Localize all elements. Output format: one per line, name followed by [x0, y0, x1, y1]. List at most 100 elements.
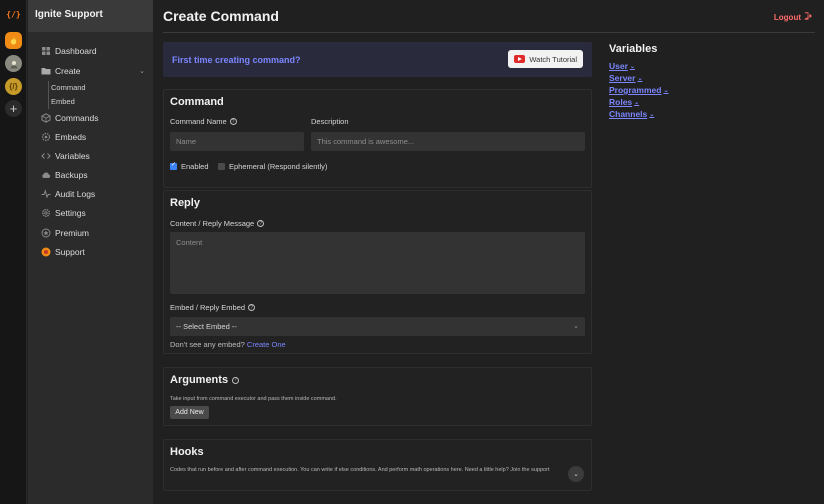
sidebar-item-backups[interactable]: Backups [40, 169, 145, 180]
code-icon [40, 150, 51, 161]
chevron-down-icon: ⌄ [649, 111, 655, 118]
folder-icon [40, 65, 51, 76]
content-textarea[interactable] [170, 232, 585, 294]
variable-channels[interactable]: Channels ⌄ [609, 109, 654, 119]
variable-label: Roles [609, 97, 633, 107]
banner-message: First time creating command? [172, 55, 301, 65]
hooks-card: Hooks Codes that run before and after co… [163, 439, 592, 491]
sidebar-item-support[interactable]: Support [40, 246, 145, 257]
sidebar-item-audit-logs[interactable]: Audit Logs [40, 188, 145, 199]
chevron-down-icon: ⌄ [629, 63, 635, 70]
youtube-icon [514, 55, 526, 63]
support-icon [40, 246, 51, 257]
server-avatar-icon[interactable] [5, 55, 22, 72]
sidebar-item-commands[interactable]: Commands [40, 112, 145, 123]
fire-server-icon[interactable] [5, 32, 22, 49]
subnav-item-embed[interactable]: Embed [51, 95, 86, 109]
chevron-down-icon: ⌄ [573, 471, 579, 478]
sidebar-item-label: Dashboard [55, 45, 97, 56]
arguments-heading-row: Arguments ? [170, 374, 240, 386]
subnav-item-command[interactable]: Command [51, 81, 86, 95]
help-icon[interactable]: ? [232, 376, 240, 384]
cloud-icon [40, 169, 51, 180]
variable-label: Server [609, 73, 636, 83]
command-name-input[interactable] [170, 132, 304, 151]
chevron-down-icon: ⌄ [663, 87, 669, 94]
variable-label: Programmed [609, 85, 662, 95]
server-rail: {/} {/} + [0, 0, 27, 504]
create-embed-link[interactable]: Create One [247, 340, 286, 349]
sidebar-item-label: Commands [55, 112, 99, 123]
logout-icon [804, 12, 812, 22]
command-name-label: Command Name ? [170, 117, 237, 126]
chevron-down-icon: ⌄ [573, 323, 579, 330]
variable-label: Channels [609, 109, 648, 119]
sidebar-item-label: Premium [55, 227, 90, 238]
pulse-icon [40, 188, 51, 199]
enabled-label: Enabled [181, 162, 209, 171]
chevron-down-icon: ⌄ [637, 75, 643, 82]
embed-label: Embed / Reply Embed ? [170, 303, 256, 312]
sidebar-item-label: Support [55, 246, 85, 257]
embed-hint-text: Don't see any embed? [170, 340, 245, 349]
arguments-heading: Arguments [170, 374, 229, 386]
embed-select[interactable]: -- Select Embed -- ⌄ [170, 317, 585, 336]
variable-user[interactable]: User ⌄ [609, 61, 635, 71]
watch-tutorial-label: Watch Tutorial [529, 54, 577, 64]
description-input[interactable] [311, 132, 585, 151]
chevron-down-icon[interactable]: ⌄ [139, 67, 145, 75]
variable-server[interactable]: Server ⌄ [609, 73, 643, 83]
sidebar: Ignite Support Dashboard Create ⌄ Comman… [28, 0, 153, 504]
sidebar-item-premium[interactable]: Premium [40, 227, 145, 238]
enabled-checkbox[interactable]: Enabled [170, 161, 209, 171]
sidebar-item-label: Audit Logs [55, 188, 96, 199]
variables-heading: Variables [609, 43, 658, 55]
chevron-down-icon: ⌄ [634, 99, 640, 106]
sidebar-item-dashboard[interactable]: Dashboard [40, 45, 145, 56]
help-icon[interactable]: ? [257, 220, 265, 227]
arguments-card: Arguments ? Take input from command exec… [163, 367, 592, 426]
add-server-icon[interactable]: + [5, 100, 22, 117]
checkbox-checked-icon [170, 161, 177, 170]
help-icon[interactable]: ? [248, 304, 256, 311]
watch-tutorial-button[interactable]: Watch Tutorial [508, 50, 583, 68]
add-argument-button[interactable]: Add New [170, 406, 209, 419]
sidebar-item-label: Settings [55, 207, 86, 218]
variable-label: User [609, 61, 628, 71]
sidebar-item-label: Embeds [55, 131, 87, 142]
expand-hooks-button[interactable]: ⌄ [568, 466, 584, 482]
hooks-heading: Hooks [170, 446, 204, 458]
header-divider [163, 32, 815, 33]
ephemeral-checkbox[interactable]: Ephemeral (Respond silently) [218, 162, 327, 171]
hooks-description: Codes that run before and after command … [170, 467, 550, 473]
server-code-icon[interactable]: {/} [5, 78, 22, 95]
variable-roles[interactable]: Roles ⌄ [609, 97, 639, 107]
app-logo-icon[interactable]: {/} [4, 6, 23, 22]
help-icon[interactable]: ? [229, 118, 237, 125]
embed-select-value: -- Select Embed -- [176, 322, 237, 331]
content-label-text: Content / Reply Message [170, 219, 255, 228]
sidebar-item-settings[interactable]: Settings [40, 207, 145, 218]
tutorial-banner: First time creating command? Watch Tutor… [163, 42, 592, 77]
sidebar-item-variables[interactable]: Variables [40, 150, 145, 161]
content-label: Content / Reply Message ? [170, 219, 265, 228]
logout-button[interactable]: Logout [774, 12, 812, 22]
sidebar-item-create[interactable]: Create ⌄ [40, 65, 145, 76]
embed-hint: Don't see any embed? Create One [170, 340, 286, 349]
sidebar-item-label: Backups [55, 169, 88, 180]
sidebar-item-embeds[interactable]: Embeds [40, 131, 145, 142]
gear-icon [40, 207, 51, 218]
grid-icon [40, 45, 51, 56]
server-name[interactable]: Ignite Support [28, 0, 153, 32]
command-card: Command Command Name ? Description Enabl… [163, 89, 592, 188]
star-icon [40, 227, 51, 238]
logout-label: Logout [773, 12, 801, 22]
variable-programmed[interactable]: Programmed ⌄ [609, 85, 668, 95]
create-subnav: Command Embed [48, 81, 86, 109]
page-title: Create Command [163, 8, 279, 24]
command-name-label-text: Command Name [170, 117, 227, 126]
checkbox-unchecked-icon [218, 163, 225, 170]
reply-card: Reply Content / Reply Message ? Embed / … [163, 190, 592, 354]
sidebar-item-label: Create [55, 65, 81, 76]
arguments-description: Take input from command executor and pas… [170, 396, 337, 402]
